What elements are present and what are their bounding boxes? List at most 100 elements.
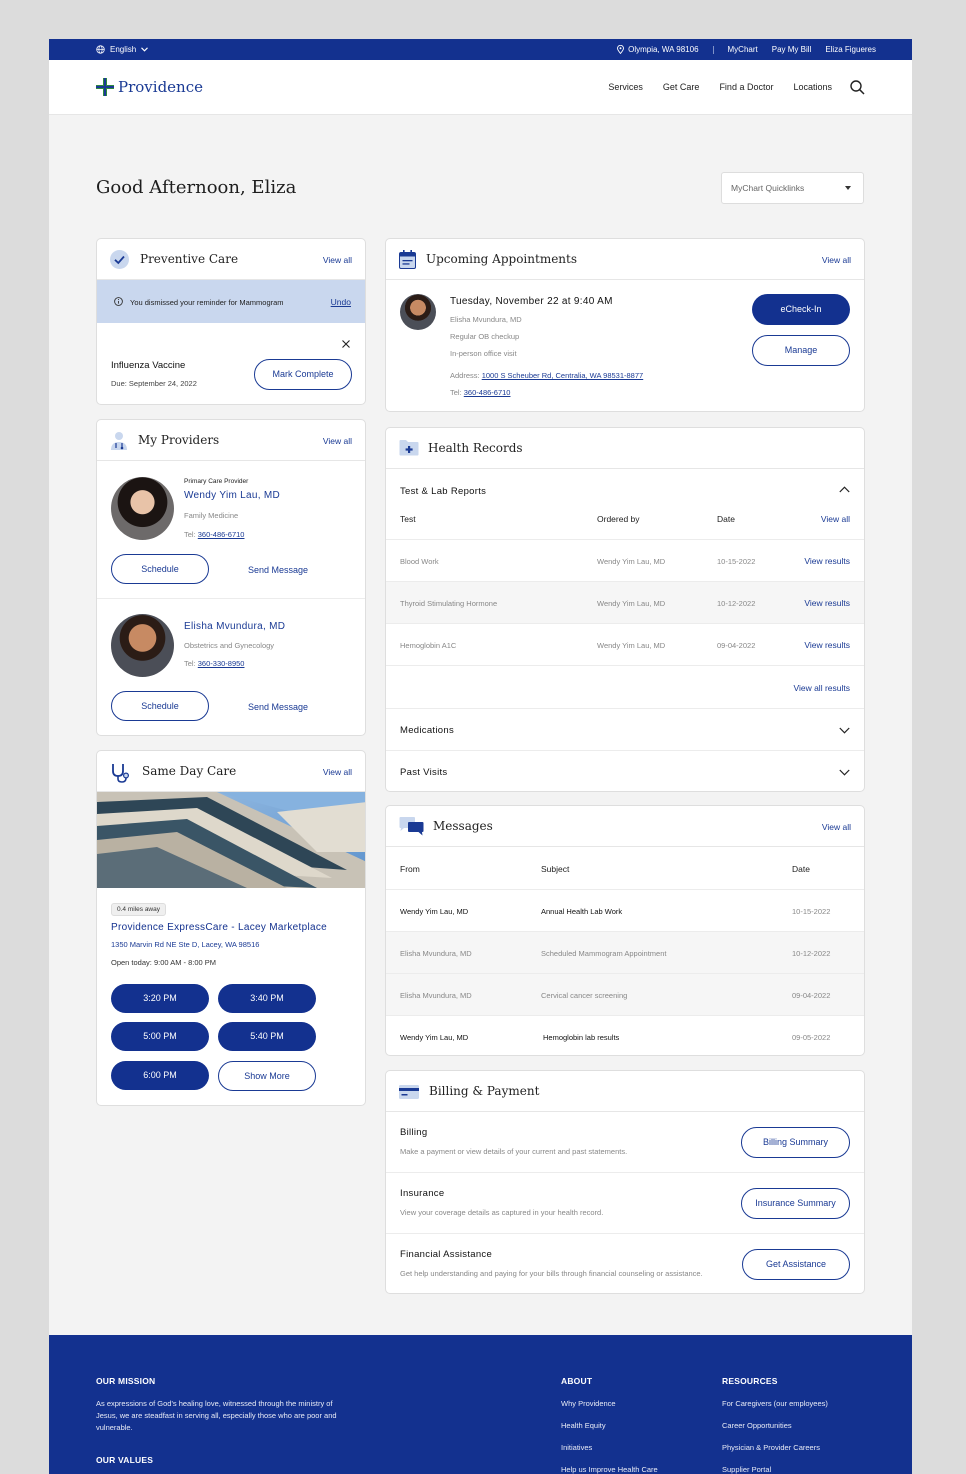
tel-link[interactable]: 360-330-8950 xyxy=(198,659,245,668)
footer-link[interactable]: Help us Improve Health Care xyxy=(561,1465,658,1474)
view-results-link[interactable]: View results xyxy=(804,640,850,650)
health-records-card: Health Records Test & Lab Reports Test O… xyxy=(385,427,865,792)
language-selector[interactable]: English xyxy=(96,45,149,54)
brand-name: Providence xyxy=(118,78,203,96)
reminder-title: Influenza Vaccine xyxy=(111,360,186,371)
send-message-link[interactable]: Send Message xyxy=(248,565,308,575)
mychart-link[interactable]: MyChart xyxy=(728,45,758,54)
view-all-link[interactable]: View all xyxy=(323,436,352,446)
location-link[interactable]: Olympia, WA 98106 xyxy=(617,45,699,54)
provider-name[interactable]: Wendy Yim Lau, MD xyxy=(184,490,280,501)
providence-logo[interactable]: Providence xyxy=(96,78,203,96)
folder-medical-icon xyxy=(399,440,419,456)
appointment-datetime: Tuesday, November 22 at 9:40 AM xyxy=(450,296,613,307)
message-from: Elisha Mvundura, MD xyxy=(400,949,472,958)
card-title: Preventive Care xyxy=(140,252,239,266)
footer-link[interactable]: Supplier Portal xyxy=(722,1465,771,1474)
column-header: Ordered by xyxy=(597,514,640,524)
table-row[interactable]: Elisha Mvundura, MD Scheduled Mammogram … xyxy=(386,931,864,973)
chevron-down-icon xyxy=(839,727,850,734)
footer-link[interactable]: Why Providence xyxy=(561,1399,616,1408)
billing-item-title: Billing xyxy=(400,1127,428,1138)
medications-accordion[interactable]: Medications xyxy=(386,708,864,750)
tel-label: Tel: xyxy=(184,530,196,539)
ordered-by: Wendy Yim Lau, MD xyxy=(597,641,666,650)
quicklinks-label: MyChart Quicklinks xyxy=(731,183,805,193)
appointment-doctor: Elisha Mvundura, MD xyxy=(450,315,522,324)
nav-find-doctor[interactable]: Find a Doctor xyxy=(719,82,773,92)
card-title: Upcoming Appointments xyxy=(426,252,578,266)
view-all-link[interactable]: View all xyxy=(821,514,850,524)
appointment-reason: Regular OB checkup xyxy=(450,332,520,341)
footer-link[interactable]: For Caregivers (our employees) xyxy=(722,1399,828,1408)
insurance-summary-button[interactable]: Insurance Summary xyxy=(741,1188,850,1219)
footer-link[interactable]: Career Opportunities xyxy=(722,1421,792,1430)
close-icon[interactable] xyxy=(342,340,350,348)
test-date: 10-15-2022 xyxy=(717,557,756,566)
accordion-title: Past Visits xyxy=(400,767,448,778)
billing-row: Insurance View your coverage details as … xyxy=(386,1172,864,1233)
table-row[interactable]: Wendy Yim Lau, MD Annual Health Lab Work… xyxy=(386,889,864,931)
billing-item-title: Financial Assistance xyxy=(400,1249,493,1260)
send-message-link[interactable]: Send Message xyxy=(248,702,308,712)
footer-link[interactable]: Initiatives xyxy=(561,1443,592,1452)
calendar-icon xyxy=(399,250,416,269)
view-all-link[interactable]: View all xyxy=(822,822,851,832)
get-assistance-button[interactable]: Get Assistance xyxy=(742,1249,850,1280)
message-from: Elisha Mvundura, MD xyxy=(400,991,472,1000)
same-day-care-card: Same Day Care View all 0.4 miles away Pr… xyxy=(96,750,366,1106)
language-label: English xyxy=(110,45,137,54)
appointment-tel: Tel: 360-486-6710 xyxy=(450,388,510,397)
footer-link[interactable]: Physician & Provider Careers xyxy=(722,1443,820,1452)
clinic-address[interactable]: 1350 Marvin Rd NE Ste D, Lacey, WA 98516 xyxy=(111,940,259,949)
search-icon[interactable] xyxy=(850,80,865,95)
tel-link[interactable]: 360-486-6710 xyxy=(198,530,245,539)
account-link[interactable]: Eliza Figueres xyxy=(825,45,876,54)
billing-summary-button[interactable]: Billing Summary xyxy=(741,1127,850,1158)
table-row[interactable]: Wendy Yim Lau, MD Hemoglobin lab results… xyxy=(386,1015,864,1055)
chevron-up-icon[interactable] xyxy=(839,486,850,493)
view-all-link[interactable]: View all xyxy=(822,255,851,265)
appointment-type: In-person office visit xyxy=(450,349,517,358)
view-all-results-link[interactable]: View all results xyxy=(793,683,850,693)
view-results-link[interactable]: View results xyxy=(804,556,850,566)
appointments-card: Upcoming Appointments View all Tuesday, … xyxy=(385,238,865,412)
echeckin-button[interactable]: eCheck-In xyxy=(752,294,850,325)
clinic-hours: Open today: 9:00 AM - 8:00 PM xyxy=(111,958,217,967)
values-heading: OUR VALUES xyxy=(96,1455,154,1465)
schedule-button[interactable]: Schedule xyxy=(111,691,209,721)
time-slot-button[interactable]: 3:20 PM xyxy=(111,984,209,1013)
view-all-link[interactable]: View all xyxy=(323,255,352,265)
provider-name[interactable]: Elisha Mvundura, MD xyxy=(184,621,285,632)
chevron-down-icon xyxy=(141,47,149,52)
show-more-button[interactable]: Show More xyxy=(218,1061,316,1091)
nav-locations[interactable]: Locations xyxy=(793,82,832,92)
schedule-button[interactable]: Schedule xyxy=(111,554,209,584)
manage-button[interactable]: Manage xyxy=(752,335,850,366)
tel-link[interactable]: 360-486-6710 xyxy=(464,388,511,397)
mission-text: vulnerable. xyxy=(96,1423,133,1432)
time-slot-button[interactable]: 5:00 PM xyxy=(111,1022,209,1051)
mychart-quicklinks-select[interactable]: MyChart Quicklinks xyxy=(721,172,864,204)
divider xyxy=(97,598,365,599)
provider-tel: Tel: 360-330-8950 xyxy=(184,659,244,668)
view-all-link[interactable]: View all xyxy=(323,767,352,777)
address-link[interactable]: 1000 S Scheuber Rd, Centralia, WA 98531-… xyxy=(482,371,644,380)
time-slot-button[interactable]: 5:40 PM xyxy=(218,1022,316,1051)
nav-services[interactable]: Services xyxy=(608,82,643,92)
time-slot-button[interactable]: 6:00 PM xyxy=(111,1061,209,1090)
undo-link[interactable]: Undo xyxy=(331,297,351,307)
pay-bill-link[interactable]: Pay My Bill xyxy=(772,45,812,54)
view-results-link[interactable]: View results xyxy=(804,598,850,608)
nav-get-care[interactable]: Get Care xyxy=(663,82,700,92)
mark-complete-button[interactable]: Mark Complete xyxy=(254,359,352,390)
footer-link[interactable]: Health Equity xyxy=(561,1421,606,1430)
time-slot-button[interactable]: 3:40 PM xyxy=(218,984,316,1013)
clinic-name[interactable]: Providence ExpressCare - Lacey Marketpla… xyxy=(111,922,327,933)
table-row[interactable]: Elisha Mvundura, MD Cervical cancer scre… xyxy=(386,973,864,1015)
caret-down-icon xyxy=(845,186,851,190)
accordion-title: Medications xyxy=(400,725,454,736)
past-visits-accordion[interactable]: Past Visits xyxy=(386,750,864,791)
billing-card: Billing & Payment Billing Make a payment… xyxy=(385,1070,865,1294)
about-heading: ABOUT xyxy=(561,1376,593,1386)
